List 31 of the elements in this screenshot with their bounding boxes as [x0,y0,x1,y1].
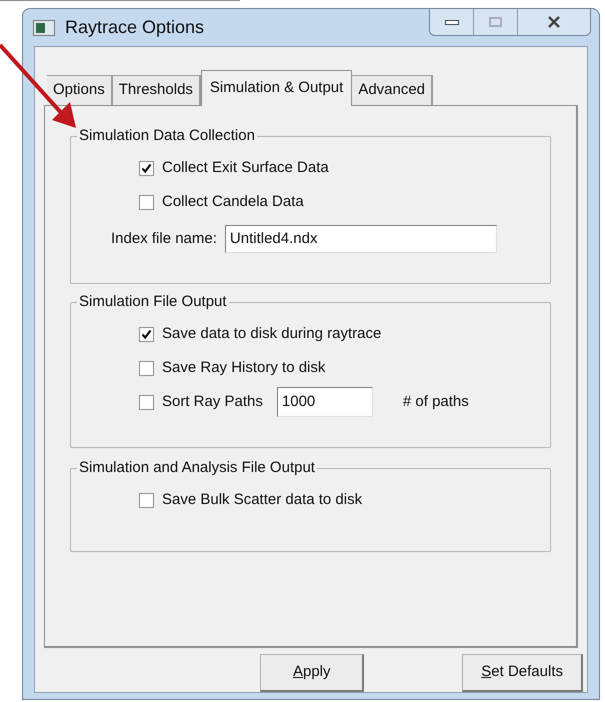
dialog-button[interactable]: Set Defaults [462,654,583,692]
window-title: Raytrace Options [65,16,204,39]
minimize-button[interactable] [430,9,474,35]
checkbox-label: Save Ray History to disk [162,358,326,378]
maximize-icon [489,17,502,27]
paths-field[interactable]: 1000 [276,387,373,417]
checkbox[interactable] [139,160,154,176]
tab[interactable]: Advanced [352,75,434,105]
checkbox[interactable] [139,194,154,210]
tab[interactable]: Options [47,75,113,105]
close-icon [547,16,561,28]
checkbox-label: Sort Ray Paths [162,392,263,412]
close-button[interactable] [518,9,590,35]
tab[interactable]: Thresholds [112,75,201,105]
checkbox[interactable] [139,360,154,376]
checkbox-label: Save data to disk during raytrace [162,324,382,344]
field-suffix: # of paths [402,392,469,412]
checkbox[interactable] [139,492,154,508]
dialog-button[interactable]: Apply [260,654,364,692]
checkmark-icon [141,162,152,174]
checkbox[interactable] [139,326,154,342]
index-file-field[interactable]: Untitled4.ndx [224,225,497,253]
checkbox-label: Collect Candela Data [162,192,304,212]
minimize-icon [444,20,458,24]
checkbox-label: Collect Exit Surface Data [162,158,329,178]
app-icon [33,20,55,36]
checkbox[interactable] [139,394,154,410]
checkbox-label: Save Bulk Scatter data to disk [162,490,362,510]
checkmark-icon [141,328,152,340]
tab[interactable]: Simulation & Output [200,70,352,106]
field-label: Index file name: [111,228,217,249]
